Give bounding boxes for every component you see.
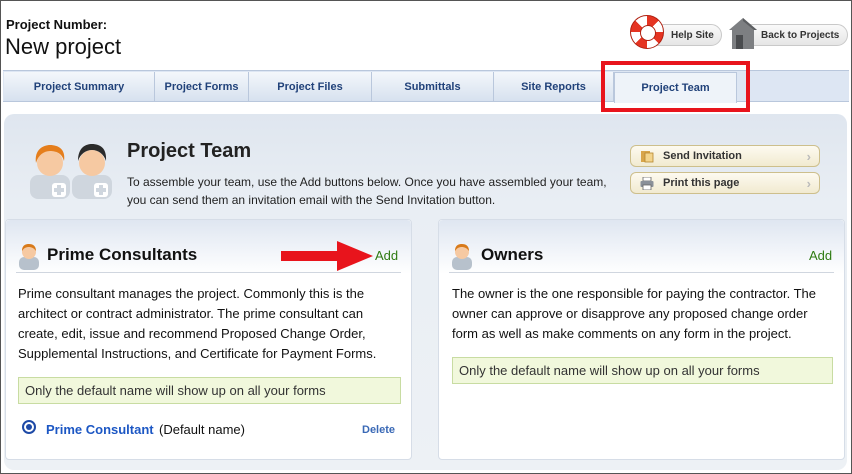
card-divider	[449, 272, 834, 273]
chevron-right-icon: ›	[806, 176, 811, 191]
tab-project-forms[interactable]: Project Forms	[155, 72, 249, 101]
print-page-label: Print this page	[663, 177, 740, 189]
tab-label: Submittals	[404, 80, 461, 93]
help-site-label: Help Site	[671, 29, 714, 41]
owners-card: Owners Add The owner is the one responsi…	[438, 219, 845, 460]
back-to-projects-label: Back to Projects	[761, 29, 840, 41]
project-name: New project	[5, 34, 122, 59]
chevron-right-icon: ›	[806, 149, 811, 164]
tab-highlight-box	[601, 61, 750, 112]
prime-default-note: Only the default name will show up on al…	[18, 377, 401, 404]
tab-label: Project Forms	[164, 80, 239, 93]
project-number-label: Project Number:	[6, 17, 108, 32]
tab-site-reports[interactable]: Site Reports	[494, 72, 614, 101]
tab-label: Site Reports	[521, 80, 586, 93]
prime-member-link[interactable]: Prime Consultant	[46, 422, 154, 437]
team-description: To assemble your team, use the Add butto…	[127, 175, 607, 207]
member-default-label: (Default name)	[159, 422, 245, 437]
card-divider	[16, 272, 401, 273]
person-icon	[452, 244, 472, 270]
person-icon	[19, 244, 39, 270]
tab-label: Project Summary	[33, 80, 125, 93]
print-page-button[interactable]: Print this page ›	[630, 172, 820, 194]
prime-description: Prime consultant manages the project. Co…	[18, 286, 377, 361]
owners-description: The owner is the one responsible for pay…	[452, 286, 816, 341]
tab-label: Project Files	[277, 80, 343, 93]
delete-link[interactable]: Delete	[362, 424, 395, 436]
prime-consultants-title: Prime Consultants	[47, 245, 198, 264]
owners-default-note: Only the default name will show up on al…	[452, 357, 833, 384]
owners-add-link[interactable]: Add	[809, 248, 832, 263]
default-radio[interactable]	[22, 420, 36, 434]
lifering-icon[interactable]	[630, 15, 664, 49]
page-title: Project Team	[127, 140, 252, 162]
tab-project-summary[interactable]: Project Summary	[4, 72, 155, 101]
send-invitation-button[interactable]: Send Invitation ›	[630, 145, 820, 167]
house-icon[interactable]	[727, 16, 759, 50]
tab-project-files[interactable]: Project Files	[249, 72, 372, 101]
invite-icon	[641, 151, 654, 163]
send-invitation-label: Send Invitation	[663, 150, 742, 162]
arrow-annotation	[281, 241, 373, 271]
tab-submittals[interactable]: Submittals	[372, 72, 494, 101]
printer-icon	[640, 177, 654, 190]
team-icon	[30, 144, 112, 199]
prime-add-link[interactable]: Add	[375, 248, 398, 263]
owners-title: Owners	[481, 245, 544, 264]
